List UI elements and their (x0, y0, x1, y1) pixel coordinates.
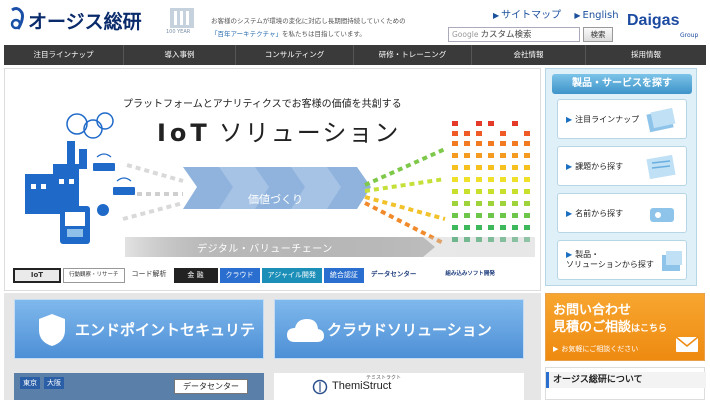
arrow-right-icon: ▶ (553, 345, 559, 353)
nav-item-consulting[interactable]: コンサルティング (236, 45, 354, 65)
hero-banner[interactable]: プラットフォームとアナリティクスでお客様の価値を共創する IoTソリューション (4, 68, 541, 291)
themistruct-thumbnail[interactable]: ThemiStruct テミストラクト (274, 373, 524, 400)
value-chain-label: デジタル・バリューチェーン (197, 244, 333, 255)
datacenter-thumbnail[interactable]: 東京 大阪 データセンター (14, 373, 264, 400)
hero-category-tabs: IoT 行動観察・リサーチ コード解析 金 融 クラウド アジャイル開発 統合認… (13, 268, 500, 283)
side-card-solution[interactable]: ▶ 製品・ ソリューションから探す (557, 240, 687, 280)
daigas-group-logo[interactable]: Daigas (627, 12, 679, 30)
arrow-right-icon: ▶ (566, 115, 573, 124)
contact-estimate-banner[interactable]: お問い合わせ 見積のご相談はこちら ▶ お気軽にご相談ください (545, 293, 705, 361)
product-search-panel: 製品・サービスを探す ▶ 注目ラインナップ ▶ 課題から探す ▶ 名前から探す ▶ 製品… (545, 68, 697, 286)
google-label: Google (452, 30, 479, 39)
osaka-label: 大阪 (44, 377, 64, 389)
datacenter-label: データセンター (174, 379, 248, 394)
search-input[interactable]: Google カスタム検索 (448, 27, 580, 42)
tab-finance[interactable]: 金 融 (173, 268, 218, 283)
tab-embedded[interactable]: 組み込みソフト開発 (423, 268, 500, 283)
shield-icon (39, 314, 65, 346)
iot-illustration-icon (25, 112, 535, 257)
product-search-heading: 製品・サービスを探す (552, 74, 692, 94)
header-tagline: お客様のシステムが環境の変化に対応し長期間持続していくための 「百年アーキテクチ… (211, 17, 406, 38)
about-section: オージス総研について (545, 367, 706, 400)
lineup-icon (646, 107, 676, 133)
themistruct-logo-icon (312, 379, 328, 395)
sitemap-link[interactable]: ▶ サイトマップ (493, 6, 561, 21)
name-icon (650, 208, 674, 222)
site-header: オージス総研 100 YEAR お客様のシステムが環境の変化に対応し長期間持続し… (0, 0, 710, 44)
themistruct-name: ThemiStruct (332, 380, 392, 392)
tab-cloud[interactable]: クラウド (219, 268, 260, 283)
tokyo-label: 東京 (20, 377, 40, 389)
search-button[interactable]: 検索 (583, 27, 613, 42)
tab-auth[interactable]: 統合認証 (323, 268, 364, 283)
about-heading[interactable]: オージス総研について (546, 372, 706, 388)
nav-item-training[interactable]: 研修・トレーニング (354, 45, 472, 65)
nav-item-company[interactable]: 会社情報 (472, 45, 586, 65)
tab-code-analysis[interactable]: コード解析 (126, 268, 172, 283)
endpoint-security-banner[interactable]: エンドポイントセキュリティ (14, 299, 264, 399)
contact-line2: 見積のご相談はこちら (553, 320, 668, 335)
problem-icon (646, 154, 676, 180)
side-card-name[interactable]: ▶ 名前から探す (557, 193, 687, 233)
company-logo-icon[interactable] (8, 7, 28, 33)
tab-agile[interactable]: アジャイル開発 (261, 268, 322, 283)
arrow-right-icon: ▶ (493, 11, 500, 20)
cloud-icon (287, 319, 324, 342)
arrow-right-icon: ▶ (566, 209, 573, 218)
solution-icon (662, 251, 682, 271)
company-name[interactable]: オージス総研 (28, 7, 142, 34)
search-placeholder: カスタム検索 (480, 30, 532, 40)
arrow-right-icon: ▶ (566, 250, 573, 259)
tagline-highlight: 「百年アーキテクチャ」 (211, 30, 283, 38)
top-links: ▶ サイトマップ ▶ English (493, 6, 619, 21)
year-badge-label: 100 YEAR (166, 29, 191, 35)
english-link[interactable]: ▶ English (574, 10, 618, 21)
contact-line3: ▶ お気軽にご相談ください (553, 345, 639, 353)
nav-item-recruit[interactable]: 採用情報 (586, 45, 706, 65)
arrow-right-icon: ▶ (574, 11, 581, 20)
tab-iot[interactable]: IoT (13, 268, 61, 283)
tab-behavior-research[interactable]: 行動観察・リサーチ (63, 268, 125, 283)
global-nav: 注目ラインナップ 導入事例 コンサルティング 研修・トレーニング 会社情報 採用… (4, 45, 706, 65)
feature-banners: エンドポイントセキュリティ クラウドソリューション 東京 大阪 データセンター … (4, 293, 541, 400)
mail-icon (675, 336, 699, 352)
themistruct-kana: テミストラクト (366, 375, 402, 381)
side-card-problem[interactable]: ▶ 課題から探す (557, 146, 687, 186)
cloud-solution-banner[interactable]: クラウドソリューション (274, 299, 524, 359)
side-card-lineup[interactable]: ▶ 注目ラインナップ (557, 99, 687, 139)
tab-datacenter[interactable]: データセンター (366, 268, 422, 283)
daigas-group-sub: Group (680, 32, 699, 39)
arrow-right-icon: ▶ (566, 162, 573, 171)
value-creation-label: 価値づくり (248, 193, 303, 206)
nav-item-lineup[interactable]: 注目ラインナップ (4, 45, 124, 65)
nav-item-cases[interactable]: 導入事例 (124, 45, 236, 65)
